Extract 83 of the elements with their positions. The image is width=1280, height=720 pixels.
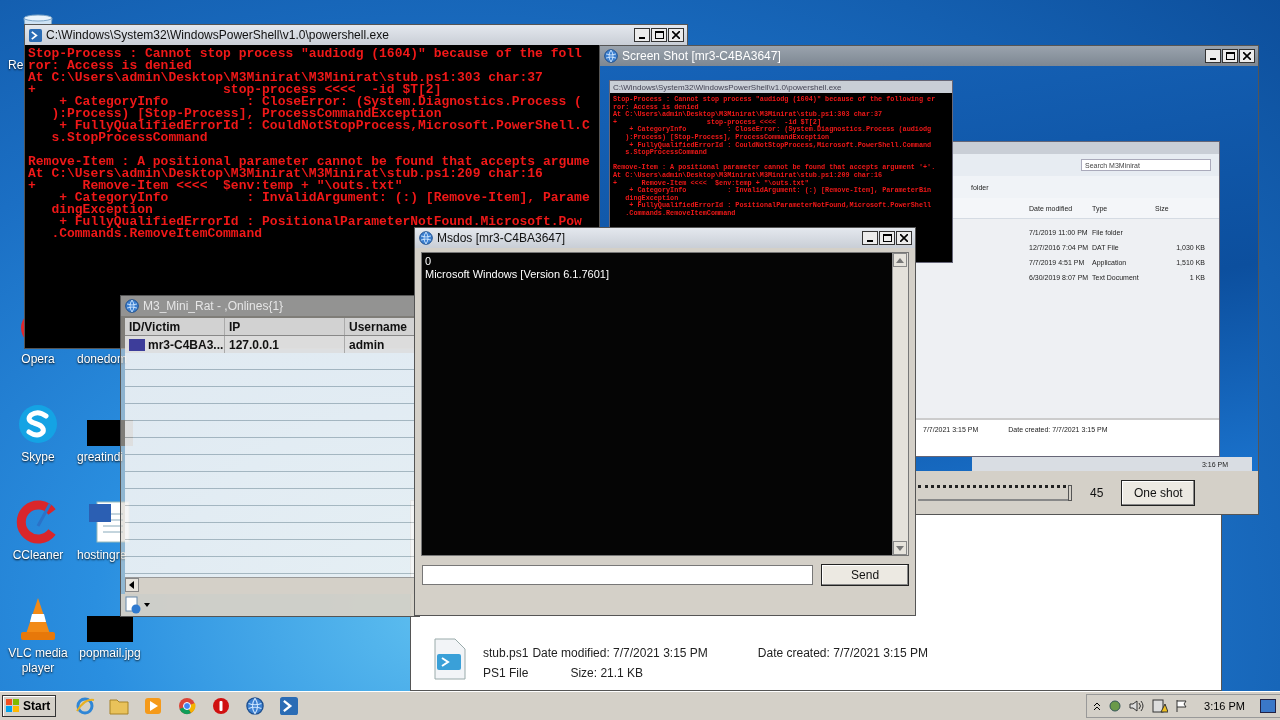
- console-line: At C:\Users\admin\Desktop\M3Minirat\M3Minirat\stub.ps1:209 char:16: [28, 168, 543, 180]
- slider-value: 45: [1090, 485, 1104, 500]
- start-button[interactable]: Start: [2, 695, 57, 717]
- desktop-icon-label[interactable]: Re: [8, 58, 24, 73]
- powershell-icon: [280, 697, 299, 715]
- console-line: .Commands.RemoveItemCommand: [50, 228, 263, 240]
- maximize-button[interactable]: [1222, 49, 1238, 63]
- desktop-icon-label[interactable]: Opera: [21, 352, 55, 367]
- chevron-up-icon[interactable]: [1093, 701, 1102, 711]
- console-line: + FullyQualifiedErrorId : PositionalParameterNotFound.Microsoft.Pow: [59, 216, 582, 228]
- desktop-icon-label[interactable]: VLC media player: [0, 646, 76, 676]
- maximize-button[interactable]: [879, 231, 895, 245]
- skype-icon: [16, 402, 60, 446]
- windows-logo-icon: [6, 699, 20, 713]
- desktop-icon-label[interactable]: Skype: [21, 450, 55, 465]
- minimize-button[interactable]: [862, 231, 878, 245]
- maximize-button[interactable]: [651, 28, 667, 42]
- one-shot-button[interactable]: One shot: [1121, 479, 1196, 506]
- victim-icon: [129, 338, 145, 351]
- console-line: Remove-Item : A positional parameter cannot be found that accepts argume: [28, 156, 590, 168]
- console-line: dingException: [50, 204, 153, 216]
- traffic-cone-icon: [18, 596, 58, 642]
- console-line: + FullyQualifiedErrorId : CouldNotStopProcess,Microsoft.PowerShell.C: [59, 120, 590, 132]
- window-title: M3_Mini_Rat - ,Onlines{1}: [143, 299, 285, 313]
- window-title: C:\Windows\System32\WindowsPowerShell\v1.0\powershell.exe: [46, 28, 390, 42]
- network-icon[interactable]: [1108, 699, 1123, 713]
- left-arrow-icon[interactable]: [129, 581, 135, 589]
- window-title: C:\Windows\System32\WindowsPowerShell\v1.0\powershell.exe: [613, 82, 842, 92]
- globe-icon: [125, 299, 139, 313]
- desktop-icon-label[interactable]: CCleaner: [12, 548, 64, 563]
- column-header[interactable]: IP: [225, 318, 345, 335]
- up-arrow-icon[interactable]: [896, 257, 904, 263]
- down-arrow-icon[interactable]: [896, 545, 904, 551]
- file-size: Size: 21.1 KB: [570, 666, 645, 680]
- globe-icon: [419, 231, 433, 245]
- dropdown-arrow-icon[interactable]: [144, 603, 150, 607]
- console-line: + CategoryInfo : InvalidArgument: (:) [Remove-Item], Parame: [59, 192, 590, 204]
- image-thumbnail: [87, 616, 133, 642]
- console-line: ror: Access is denied: [28, 60, 192, 72]
- maximize-icon: [882, 234, 892, 242]
- slider-thumb[interactable]: [1068, 484, 1072, 501]
- clock: 3:16 PM: [1203, 700, 1246, 712]
- show-desktop-icon[interactable]: [1260, 699, 1276, 713]
- minimize-button[interactable]: [1205, 49, 1221, 63]
- file-type: PS1 File: [483, 666, 529, 680]
- globe-icon: [604, 49, 618, 63]
- maximize-icon: [654, 31, 664, 39]
- console-line: s.StopProcessCommand: [50, 132, 208, 144]
- close-icon: [672, 31, 680, 39]
- speaker-icon[interactable]: [1129, 699, 1146, 713]
- minimize-button[interactable]: [634, 28, 650, 42]
- maximize-icon: [1225, 52, 1235, 60]
- powershell-icon: [29, 28, 42, 42]
- command-input[interactable]: [422, 565, 814, 585]
- script-file-icon: [431, 638, 467, 680]
- console-line: ):Process) [Stop-Process], ProcessCommandException: [50, 108, 442, 120]
- send-button[interactable]: Send: [821, 564, 909, 586]
- console-line: At C:\Users\admin\Desktop\M3Minirat\M3Minirat\stub.ps1:303 char:37: [28, 72, 543, 84]
- console-line: + stop-process <<<< -id $T[2]: [28, 84, 442, 96]
- flag-icon[interactable]: [1175, 699, 1190, 713]
- date-created: Date created: 7/7/2021 3:15 PM: [757, 646, 928, 660]
- close-button[interactable]: [896, 231, 912, 245]
- info-document-icon[interactable]: [125, 596, 141, 614]
- console-line: + CategoryInfo : CloseError: (System.Diagnostics.Process (: [59, 96, 582, 108]
- close-button[interactable]: [1239, 49, 1255, 63]
- warning-shield-icon[interactable]: [1152, 699, 1169, 713]
- chrome-icon[interactable]: [178, 697, 197, 715]
- output-line: Microsoft Windows [Version 6.1.7601]: [425, 268, 611, 281]
- globe-icon: [246, 697, 265, 715]
- stop-icon[interactable]: [212, 697, 231, 715]
- vertical-scrollbar[interactable]: [892, 253, 908, 555]
- date-modified: Date modified: 7/7/2021 3:15 PM: [532, 646, 708, 660]
- window-title: Msdos [mr3-C4BA3647]: [437, 231, 567, 245]
- column-header[interactable]: ID/Victim: [125, 318, 225, 335]
- file-name: stub.ps1: [483, 646, 529, 660]
- window-title: Screen Shot [mr3-C4BA3647]: [622, 49, 782, 63]
- console-line: + Remove-Item <<<< $env:temp + "\outs.txt": [28, 180, 403, 192]
- close-icon: [1243, 52, 1251, 60]
- output-line: 0: [425, 255, 433, 268]
- horizontal-scrollbar[interactable]: [125, 577, 417, 594]
- close-button[interactable]: [668, 28, 684, 42]
- close-icon: [900, 234, 908, 242]
- console-line: Stop-Process : Cannot stop process "audiodg (1604)" because of the foll: [28, 48, 582, 60]
